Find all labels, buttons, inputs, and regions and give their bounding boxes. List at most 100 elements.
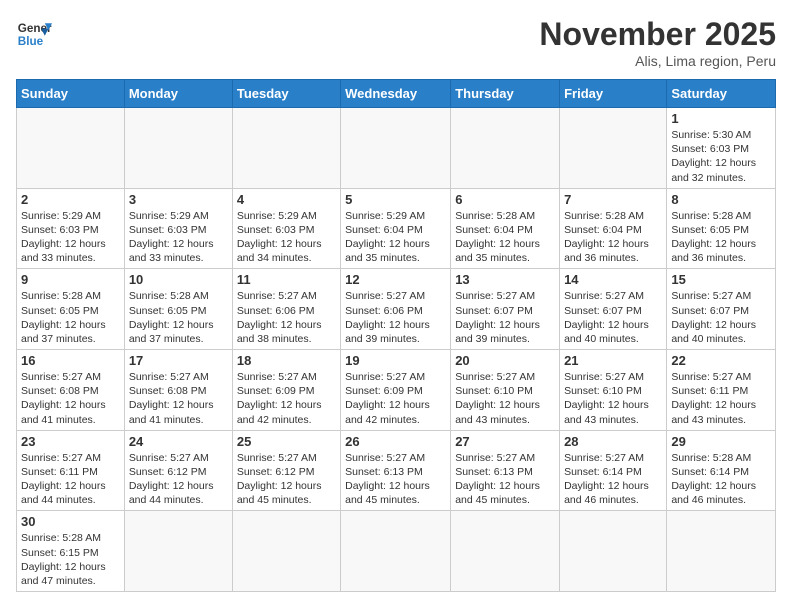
weekday-header: Monday [124,80,232,108]
day-number: 23 [21,434,120,449]
calendar-cell: 30 Sunrise: 5:28 AM Sunset: 6:15 PM Dayli… [17,511,125,592]
day-info: Sunrise: 5:27 AM Sunset: 6:09 PM Dayligh… [237,370,336,427]
calendar-cell [451,108,560,189]
calendar-cell [451,511,560,592]
calendar-cell: 4 Sunrise: 5:29 AM Sunset: 6:03 PM Daylig… [232,188,340,269]
day-info: Sunrise: 5:27 AM Sunset: 6:11 PM Dayligh… [671,370,771,427]
month-title: November 2025 [539,16,776,53]
day-info: Sunrise: 5:28 AM Sunset: 6:05 PM Dayligh… [671,209,771,266]
calendar-cell: 2Sunrise: 5:29 AM Sunset: 6:03 PM Daylig… [17,188,125,269]
day-number: 22 [671,353,771,368]
calendar-cell [124,511,232,592]
day-number: 27 [455,434,555,449]
day-number: 20 [455,353,555,368]
day-number: 24 [129,434,228,449]
calendar-week-row: 2Sunrise: 5:29 AM Sunset: 6:03 PM Daylig… [17,188,776,269]
day-number: 1 [671,111,771,126]
calendar-cell [232,511,340,592]
logo: General Blue [16,16,52,52]
calendar-cell: 1 Sunrise: 5:30 AM Sunset: 6:03 PM Daylig… [667,108,776,189]
day-info: Sunrise: 5:27 AM Sunset: 6:10 PM Dayligh… [564,370,662,427]
location-subtitle: Alis, Lima region, Peru [539,53,776,69]
calendar-cell [124,108,232,189]
calendar-cell: 24 Sunrise: 5:27 AM Sunset: 6:12 PM Dayli… [124,430,232,511]
calendar-cell [17,108,125,189]
day-info: Sunrise: 5:29 AM Sunset: 6:03 PM Dayligh… [21,209,120,266]
day-number: 4 [237,192,336,207]
day-info: Sunrise: 5:29 AM Sunset: 6:03 PM Dayligh… [129,209,228,266]
day-info: Sunrise: 5:29 AM Sunset: 6:03 PM Dayligh… [237,209,336,266]
day-number: 18 [237,353,336,368]
calendar-cell [667,511,776,592]
calendar-cell: 12 Sunrise: 5:27 AM Sunset: 6:06 PM Dayli… [341,269,451,350]
calendar-cell [560,108,667,189]
calendar-week-row: 1 Sunrise: 5:30 AM Sunset: 6:03 PM Daylig… [17,108,776,189]
day-number: 30 [21,514,120,529]
day-info: Sunrise: 5:29 AM Sunset: 6:04 PM Dayligh… [345,209,446,266]
calendar-cell: 26 Sunrise: 5:27 AM Sunset: 6:13 PM Dayli… [341,430,451,511]
calendar-cell: 6Sunrise: 5:28 AM Sunset: 6:04 PM Daylig… [451,188,560,269]
calendar-table: SundayMondayTuesdayWednesdayThursdayFrid… [16,79,776,592]
day-info: Sunrise: 5:27 AM Sunset: 6:14 PM Dayligh… [564,451,662,508]
day-number: 26 [345,434,446,449]
day-info: Sunrise: 5:27 AM Sunset: 6:12 PM Dayligh… [129,451,228,508]
day-info: Sunrise: 5:30 AM Sunset: 6:03 PM Dayligh… [671,128,771,185]
calendar-cell: 9Sunrise: 5:28 AM Sunset: 6:05 PM Daylig… [17,269,125,350]
day-number: 21 [564,353,662,368]
calendar-cell: 21 Sunrise: 5:27 AM Sunset: 6:10 PM Dayli… [560,350,667,431]
day-info: Sunrise: 5:27 AM Sunset: 6:06 PM Dayligh… [237,289,336,346]
calendar-cell [232,108,340,189]
day-info: Sunrise: 5:27 AM Sunset: 6:07 PM Dayligh… [455,289,555,346]
day-info: Sunrise: 5:27 AM Sunset: 6:13 PM Dayligh… [345,451,446,508]
weekday-header: Sunday [17,80,125,108]
calendar-cell: 25 Sunrise: 5:27 AM Sunset: 6:12 PM Dayli… [232,430,340,511]
calendar-cell: 3Sunrise: 5:29 AM Sunset: 6:03 PM Daylig… [124,188,232,269]
calendar-week-row: 9Sunrise: 5:28 AM Sunset: 6:05 PM Daylig… [17,269,776,350]
day-info: Sunrise: 5:27 AM Sunset: 6:07 PM Dayligh… [564,289,662,346]
calendar-cell: 22 Sunrise: 5:27 AM Sunset: 6:11 PM Dayli… [667,350,776,431]
calendar-cell: 13 Sunrise: 5:27 AM Sunset: 6:07 PM Dayli… [451,269,560,350]
day-number: 12 [345,272,446,287]
day-number: 5 [345,192,446,207]
day-number: 10 [129,272,228,287]
calendar-cell: 15Sunrise: 5:27 AM Sunset: 6:07 PM Dayli… [667,269,776,350]
weekday-header: Friday [560,80,667,108]
calendar-cell: 11 Sunrise: 5:27 AM Sunset: 6:06 PM Dayli… [232,269,340,350]
day-number: 14 [564,272,662,287]
calendar-cell [560,511,667,592]
day-number: 28 [564,434,662,449]
calendar-cell: 17 Sunrise: 5:27 AM Sunset: 6:08 PM Dayli… [124,350,232,431]
day-info: Sunrise: 5:27 AM Sunset: 6:06 PM Dayligh… [345,289,446,346]
day-info: Sunrise: 5:28 AM Sunset: 6:15 PM Dayligh… [21,531,120,588]
day-info: Sunrise: 5:27 AM Sunset: 6:09 PM Dayligh… [345,370,446,427]
day-number: 17 [129,353,228,368]
calendar-cell: 27 Sunrise: 5:27 AM Sunset: 6:13 PM Dayli… [451,430,560,511]
day-number: 16 [21,353,120,368]
day-number: 7 [564,192,662,207]
day-number: 25 [237,434,336,449]
logo-icon: General Blue [16,16,52,52]
day-info: Sunrise: 5:27 AM Sunset: 6:13 PM Dayligh… [455,451,555,508]
calendar-cell: 8 Sunrise: 5:28 AM Sunset: 6:05 PM Daylig… [667,188,776,269]
calendar-cell: 28 Sunrise: 5:27 AM Sunset: 6:14 PM Dayli… [560,430,667,511]
calendar-cell: 19Sunrise: 5:27 AM Sunset: 6:09 PM Dayli… [341,350,451,431]
calendar-cell: 5 Sunrise: 5:29 AM Sunset: 6:04 PM Daylig… [341,188,451,269]
day-number: 15 [671,272,771,287]
day-info: Sunrise: 5:27 AM Sunset: 6:10 PM Dayligh… [455,370,555,427]
weekday-header: Wednesday [341,80,451,108]
day-number: 13 [455,272,555,287]
day-info: Sunrise: 5:27 AM Sunset: 6:12 PM Dayligh… [237,451,336,508]
day-info: Sunrise: 5:27 AM Sunset: 6:08 PM Dayligh… [129,370,228,427]
day-info: Sunrise: 5:27 AM Sunset: 6:08 PM Dayligh… [21,370,120,427]
day-number: 11 [237,272,336,287]
weekday-header: Thursday [451,80,560,108]
day-number: 8 [671,192,771,207]
page-header: General Blue November 2025 Alis, Lima re… [16,16,776,69]
calendar-week-row: 30 Sunrise: 5:28 AM Sunset: 6:15 PM Dayli… [17,511,776,592]
calendar-cell: 7Sunrise: 5:28 AM Sunset: 6:04 PM Daylig… [560,188,667,269]
day-number: 29 [671,434,771,449]
day-number: 9 [21,272,120,287]
calendar-cell: 14 Sunrise: 5:27 AM Sunset: 6:07 PM Dayli… [560,269,667,350]
calendar-cell: 23Sunrise: 5:27 AM Sunset: 6:11 PM Dayli… [17,430,125,511]
day-number: 6 [455,192,555,207]
